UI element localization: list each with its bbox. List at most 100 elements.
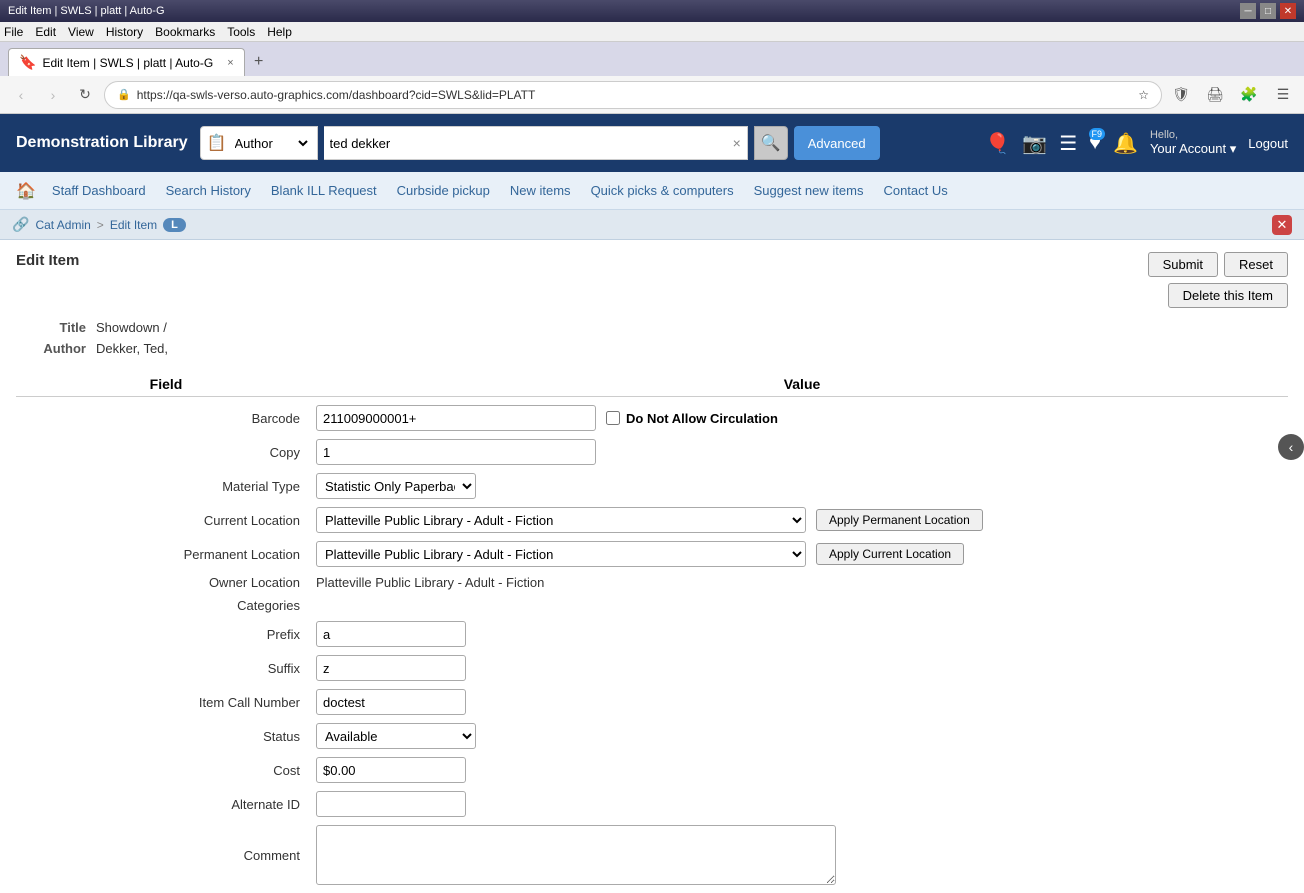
permanent-location-select[interactable]: Platteville Public Library - Adult - Fic… bbox=[316, 541, 806, 567]
current-location-select[interactable]: Platteville Public Library - Adult - Fic… bbox=[316, 507, 806, 533]
menu-edit[interactable]: Edit bbox=[35, 25, 56, 39]
browser-titlebar: Edit Item | SWLS | platt | Auto-G ─ □ ✕ bbox=[0, 0, 1304, 22]
new-tab-button[interactable]: + bbox=[245, 48, 273, 76]
do-not-circulate-label: Do Not Allow Circulation bbox=[606, 411, 778, 426]
alternate-id-value-cell bbox=[316, 791, 1288, 817]
material-type-select[interactable]: Statistic Only Paperback Book DVD Magazi… bbox=[316, 473, 476, 499]
cost-value-cell bbox=[316, 757, 1288, 783]
status-select[interactable]: Available Checked Out On Hold Lost bbox=[316, 723, 476, 749]
nav-new-items[interactable]: New items bbox=[502, 179, 579, 202]
search-go-button[interactable]: 🔍 bbox=[754, 126, 788, 160]
titlebar-controls: ─ □ ✕ bbox=[1240, 3, 1296, 19]
suffix-value-cell bbox=[316, 655, 1288, 681]
permanent-location-row: Permanent Location Platteville Public Li… bbox=[16, 541, 1288, 567]
active-tab[interactable]: 🔖 Edit Item | SWLS | platt | Auto-G × bbox=[8, 48, 245, 76]
search-input[interactable] bbox=[330, 136, 733, 151]
advanced-button[interactable]: Advanced bbox=[794, 126, 880, 160]
close-window-button[interactable]: ✕ bbox=[1280, 3, 1296, 19]
bell-icon[interactable]: 🔔 bbox=[1113, 131, 1138, 156]
prefix-row: Prefix bbox=[16, 621, 1288, 647]
comment-row: Comment bbox=[16, 825, 1288, 885]
breadcrumb-cat-admin[interactable]: Cat Admin bbox=[35, 218, 90, 232]
minimize-button[interactable]: ─ bbox=[1240, 3, 1256, 19]
side-collapse-arrow[interactable]: ‹ bbox=[1278, 434, 1304, 460]
edit-item-title: Edit Item bbox=[16, 252, 79, 269]
call-number-input[interactable] bbox=[316, 689, 466, 715]
maximize-button[interactable]: □ bbox=[1260, 3, 1276, 19]
apply-permanent-location-button[interactable]: Apply Permanent Location bbox=[816, 509, 983, 531]
breadcrumb-edit-item: Edit Item bbox=[110, 218, 157, 232]
comment-value-cell bbox=[316, 825, 1288, 885]
copy-input[interactable] bbox=[316, 439, 596, 465]
reset-button[interactable]: Reset bbox=[1224, 252, 1288, 277]
account-info: Hello, Your Account ▾ bbox=[1150, 129, 1236, 157]
menu-tools[interactable]: Tools bbox=[227, 25, 255, 39]
comment-textarea[interactable] bbox=[316, 825, 836, 885]
material-type-value-cell: Statistic Only Paperback Book DVD Magazi… bbox=[316, 473, 1288, 499]
permanent-location-value-cell: Platteville Public Library - Adult - Fic… bbox=[316, 541, 1288, 567]
submit-button[interactable]: Submit bbox=[1148, 252, 1218, 277]
tab-close-button[interactable]: × bbox=[227, 57, 233, 69]
prefix-input[interactable] bbox=[316, 621, 466, 647]
menu-icon[interactable]: ☰ bbox=[1270, 82, 1296, 108]
nav-suggest-new-items[interactable]: Suggest new items bbox=[746, 179, 872, 202]
forward-button[interactable]: › bbox=[40, 82, 66, 108]
nav-blank-ill-request[interactable]: Blank ILL Request bbox=[263, 179, 385, 202]
value-header: Value bbox=[316, 376, 1288, 392]
copy-label: Copy bbox=[16, 445, 316, 460]
breadcrumb-badge: L bbox=[163, 218, 186, 232]
barcode-label: Barcode bbox=[16, 411, 316, 426]
item-metadata: Title Showdown / Author Dekker, Ted, bbox=[16, 320, 1288, 356]
reload-button[interactable]: ↻ bbox=[72, 82, 98, 108]
breadcrumb-icon: 🔗 bbox=[12, 216, 29, 233]
camera-icon[interactable]: 📷 bbox=[1022, 131, 1047, 156]
nav-home-button[interactable]: 🏠 bbox=[12, 177, 40, 205]
heart-icon[interactable]: ♥ F9 bbox=[1089, 132, 1101, 155]
tab-favicon: 🔖 bbox=[19, 54, 36, 71]
menu-file[interactable]: File bbox=[4, 25, 23, 39]
search-type-wrapper: 📋 Author Title Subject Keyword bbox=[200, 126, 318, 160]
author-value: Dekker, Ted, bbox=[96, 341, 168, 356]
apply-current-location-button[interactable]: Apply Current Location bbox=[816, 543, 964, 565]
search-clear-button[interactable]: × bbox=[733, 135, 741, 151]
title-row: Title Showdown / bbox=[16, 320, 1288, 335]
logout-button[interactable]: Logout bbox=[1248, 136, 1288, 151]
delete-button[interactable]: Delete this Item bbox=[1168, 283, 1288, 308]
barcode-input[interactable] bbox=[316, 405, 596, 431]
search-type-select[interactable]: Author Title Subject Keyword bbox=[231, 135, 311, 152]
call-number-value-cell bbox=[316, 689, 1288, 715]
do-not-circulate-checkbox[interactable] bbox=[606, 411, 620, 425]
alternate-id-input[interactable] bbox=[316, 791, 466, 817]
suffix-label: Suffix bbox=[16, 661, 316, 676]
status-value-cell: Available Checked Out On Hold Lost bbox=[316, 723, 1288, 749]
call-number-label: Item Call Number bbox=[16, 695, 316, 710]
back-button[interactable]: ‹ bbox=[8, 82, 34, 108]
address-bar[interactable]: 🔒 https://qa-swls-verso.auto-graphics.co… bbox=[104, 81, 1162, 109]
suffix-input[interactable] bbox=[316, 655, 466, 681]
edit-item-buttons-row: Submit Reset bbox=[1148, 252, 1288, 277]
tab-label: Edit Item | SWLS | platt | Auto-G bbox=[42, 56, 213, 70]
menu-view[interactable]: View bbox=[68, 25, 94, 39]
extensions-icon[interactable]: 🧩 bbox=[1236, 82, 1262, 108]
menu-history[interactable]: History bbox=[106, 25, 143, 39]
shield-icon[interactable]: 🛡 bbox=[1168, 82, 1194, 108]
material-type-label: Material Type bbox=[16, 479, 316, 494]
nav-contact-us[interactable]: Contact Us bbox=[875, 179, 955, 202]
header-icons: 🎈 📷 ☰ ♥ F9 🔔 Hello, Your Account ▾ Logou… bbox=[985, 129, 1288, 157]
print-icon[interactable]: 🖨 bbox=[1202, 82, 1228, 108]
nav-curbside-pickup[interactable]: Curbside pickup bbox=[389, 179, 498, 202]
cost-input[interactable] bbox=[316, 757, 466, 783]
categories-row: Categories bbox=[16, 598, 1288, 613]
menu-bookmarks[interactable]: Bookmarks bbox=[155, 25, 215, 39]
browser-toolbar-icons: 🛡 🖨 🧩 ☰ bbox=[1168, 82, 1296, 108]
edit-item-header: Edit Item Submit Reset Delete this Item bbox=[16, 252, 1288, 308]
menu-help[interactable]: Help bbox=[267, 25, 292, 39]
nav-quick-picks[interactable]: Quick picks & computers bbox=[583, 179, 742, 202]
breadcrumb-close-button[interactable]: ✕ bbox=[1272, 215, 1292, 235]
account-hello: Hello, bbox=[1150, 129, 1236, 141]
nav-search-history[interactable]: Search History bbox=[158, 179, 259, 202]
hot-air-balloon-icon[interactable]: 🎈 bbox=[985, 131, 1010, 156]
nav-staff-dashboard[interactable]: Staff Dashboard bbox=[44, 179, 154, 202]
list-icon[interactable]: ☰ bbox=[1059, 131, 1077, 156]
account-dropdown-button[interactable]: Your Account ▾ bbox=[1150, 141, 1236, 157]
